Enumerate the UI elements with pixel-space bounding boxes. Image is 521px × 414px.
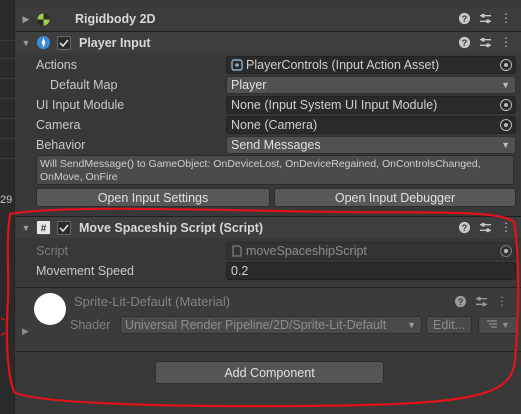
preset-icon[interactable] xyxy=(478,220,492,234)
actions-value: PlayerControls (Input Action Asset) xyxy=(246,58,440,72)
fold-open-icon[interactable]: ▼ xyxy=(19,223,33,233)
rigidbody-icon xyxy=(35,11,51,27)
svg-text:?: ? xyxy=(461,37,467,47)
more-menu-icon[interactable]: ⋮ xyxy=(499,11,513,25)
fold-arrow-icon[interactable]: ▶ xyxy=(19,14,33,25)
preset-icon[interactable] xyxy=(478,35,492,49)
svg-text:?: ? xyxy=(461,222,467,232)
svg-text:#: # xyxy=(40,223,46,234)
fold-open-icon[interactable]: ▼ xyxy=(19,38,33,48)
camera-label: Camera xyxy=(36,118,81,132)
rigidbody-header[interactable]: ▶ Rigidbody 2D ? ⋮ xyxy=(16,8,521,30)
list-icon xyxy=(486,319,498,332)
object-picker-icon[interactable] xyxy=(500,119,512,131)
enable-checkbox[interactable] xyxy=(57,35,71,50)
shader-list-button[interactable]: ▼ xyxy=(478,316,518,334)
player-input-icon xyxy=(35,35,51,51)
behavior-dropdown[interactable]: Send Messages ▼ xyxy=(226,136,516,154)
dropdown-arrow-icon: ▼ xyxy=(407,320,416,330)
left-gutter: 29 xyxy=(0,0,15,414)
shader-label: Shader xyxy=(70,318,111,332)
behavior-label: Behavior xyxy=(36,138,86,152)
default-map-label: Default Map xyxy=(50,78,118,92)
camera-field[interactable]: None (Camera) xyxy=(226,116,516,134)
fold-arrow-icon[interactable]: ▶ xyxy=(22,326,29,337)
enable-checkbox[interactable] xyxy=(57,220,71,235)
inspector-panel: 29 ▶ Rigidbody 2D ? ⋮ ▼ Player Input ? ⋮… xyxy=(0,0,521,414)
dropdown-arrow-icon: ▼ xyxy=(501,140,510,150)
dropdown-arrow-icon: ▼ xyxy=(501,320,510,330)
material-preview[interactable] xyxy=(34,293,66,325)
material-title: Sprite-Lit-Default (Material) xyxy=(74,294,231,309)
open-input-debugger-button[interactable]: Open Input Debugger xyxy=(274,188,516,207)
input-asset-icon xyxy=(231,59,243,71)
script-value: moveSpaceshipScript xyxy=(246,244,367,258)
behavior-help-box: Will SendMessage() to GameObject: OnDevi… xyxy=(36,155,514,185)
material-section: Sprite-Lit-Default (Material) ? ⋮ ▶ Shad… xyxy=(16,287,521,351)
script-label: Script xyxy=(36,244,68,258)
camera-value: None (Camera) xyxy=(231,118,318,132)
shader-edit-button[interactable]: Edit... xyxy=(426,316,472,334)
preset-icon[interactable] xyxy=(478,11,492,25)
movement-speed-input[interactable]: 0.2 xyxy=(226,262,516,280)
player-input-header[interactable]: ▼ Player Input ? ⋮ xyxy=(16,31,521,53)
script-icon: # xyxy=(35,220,51,236)
more-menu-icon[interactable]: ⋮ xyxy=(499,35,513,49)
edit-label: Edit... xyxy=(433,318,465,332)
actions-field[interactable]: PlayerControls (Input Action Asset) xyxy=(226,56,516,74)
gutter-number: 29 xyxy=(0,194,13,206)
move-script-header[interactable]: ▼ # Move Spaceship Script (Script) ? ⋮ xyxy=(16,216,521,238)
help-icon[interactable]: ? xyxy=(457,35,471,49)
move-script-title: Move Spaceship Script (Script) xyxy=(79,220,264,235)
object-picker-icon[interactable] xyxy=(500,99,512,111)
player-input-title: Player Input xyxy=(79,35,151,50)
more-menu-icon[interactable]: ⋮ xyxy=(495,294,509,308)
behavior-value: Send Messages xyxy=(231,138,321,152)
shader-dropdown[interactable]: Universal Render Pipeline/2D/Sprite-Lit-… xyxy=(120,316,422,334)
ui-module-label: UI Input Module xyxy=(36,98,125,112)
dropdown-arrow-icon: ▼ xyxy=(501,80,510,90)
movement-speed-label[interactable]: Movement Speed xyxy=(36,262,134,280)
open-input-settings-button[interactable]: Open Input Settings xyxy=(36,188,270,207)
help-icon[interactable]: ? xyxy=(453,294,467,308)
rigidbody-title: Rigidbody 2D xyxy=(75,12,156,26)
object-picker-icon xyxy=(500,245,512,257)
actions-label: Actions xyxy=(36,58,77,72)
preset-icon[interactable] xyxy=(474,294,488,308)
object-picker-icon[interactable] xyxy=(500,59,512,71)
svg-text:?: ? xyxy=(461,13,467,23)
shader-value: Universal Render Pipeline/2D/Sprite-Lit-… xyxy=(125,318,387,332)
default-map-dropdown[interactable]: Player ▼ xyxy=(226,76,516,94)
add-component-button[interactable]: Add Component xyxy=(155,361,384,384)
script-file-icon xyxy=(231,245,243,257)
help-icon[interactable]: ? xyxy=(457,11,471,25)
ui-module-value: None (Input System UI Input Module) xyxy=(231,98,438,112)
script-field: moveSpaceshipScript xyxy=(226,242,516,260)
divider xyxy=(16,351,521,352)
help-icon[interactable]: ? xyxy=(457,220,471,234)
svg-text:?: ? xyxy=(457,296,463,306)
default-map-value: Player xyxy=(231,78,267,92)
ui-module-field[interactable]: None (Input System UI Input Module) xyxy=(226,96,516,114)
more-menu-icon[interactable]: ⋮ xyxy=(499,220,513,234)
